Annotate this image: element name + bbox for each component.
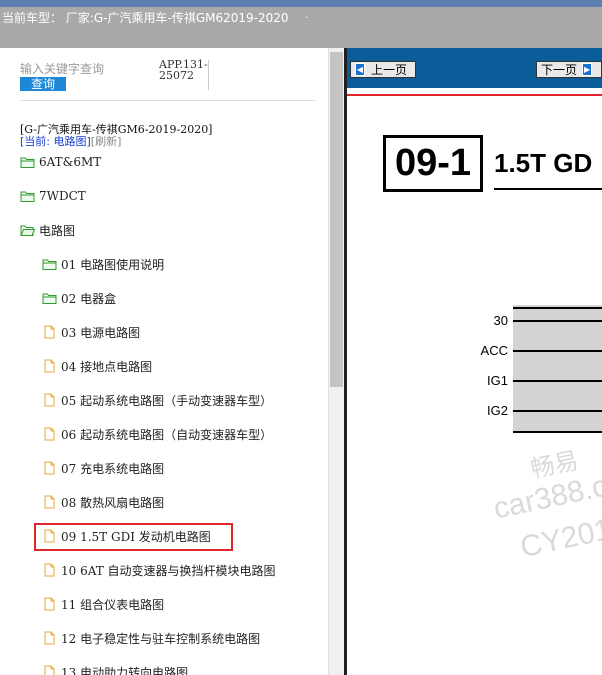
tree-item-label: 06 起动系统电路图（自动变速器车型） bbox=[61, 427, 273, 442]
tree-item-label: 12 电子稳定性与驻车控制系统电路图 bbox=[61, 631, 261, 646]
tree-item-label: 04 接地点电路图 bbox=[61, 359, 153, 374]
tree-item[interactable]: 02 电器盒 bbox=[42, 289, 116, 307]
power-rail-acc bbox=[513, 350, 602, 352]
window-strip bbox=[0, 0, 602, 7]
folder-icon bbox=[42, 257, 57, 271]
arrow-right-icon: ▶ bbox=[582, 63, 593, 76]
section-title-underline bbox=[494, 188, 602, 190]
folder-icon bbox=[42, 291, 57, 305]
file-icon bbox=[42, 461, 57, 475]
tree-item-label: 电路图 bbox=[39, 223, 76, 238]
tree-item[interactable]: 07 充电系统电路图 bbox=[42, 459, 164, 477]
search-divider bbox=[20, 100, 316, 101]
section-number: 09-1 bbox=[383, 135, 483, 192]
tree-item-label: 13 电动助力转向电路图 bbox=[61, 665, 189, 675]
tree-item-label: 10 6AT 自动变速器与换挡杆模块电路图 bbox=[61, 563, 276, 578]
app-id-separator bbox=[208, 60, 209, 90]
tree-item[interactable]: 13 电动助力转向电路图 bbox=[42, 663, 188, 675]
power-rail-top bbox=[513, 307, 602, 309]
power-rail-bottom bbox=[513, 431, 602, 433]
current-node-label: [当前: 电路图] bbox=[20, 135, 91, 148]
tree-item-selected[interactable]: 09 1.5T GDI 发动机电路图 bbox=[42, 527, 211, 545]
file-icon bbox=[42, 359, 57, 373]
current-vehicle-title: 当前车型： 厂家:G-广汽乘用车-传祺GM62019-2020 bbox=[2, 11, 289, 25]
power-rail-ig1 bbox=[513, 380, 602, 382]
tree-scrollbar[interactable] bbox=[328, 48, 344, 675]
tree-item[interactable]: 电路图 bbox=[20, 221, 75, 239]
tree-item-label: 02 电器盒 bbox=[61, 291, 117, 306]
tree-item-label: 6AT&6MT bbox=[39, 155, 102, 169]
file-icon bbox=[42, 665, 57, 675]
tree-item[interactable]: 7WDCT bbox=[20, 187, 86, 205]
tree-item[interactable]: 10 6AT 自动变速器与换挡杆模块电路图 bbox=[42, 561, 276, 579]
tree-item-label: 08 散热风扇电路图 bbox=[61, 495, 165, 510]
power-label-ig1: IG1 bbox=[487, 373, 508, 388]
next-page-button[interactable]: 下一页 ▶ bbox=[536, 61, 602, 78]
tree-item[interactable]: 08 散热风扇电路图 bbox=[42, 493, 164, 511]
file-icon bbox=[42, 325, 57, 339]
file-icon bbox=[42, 563, 57, 577]
current-location: [当前: 电路图][刷新] bbox=[20, 133, 121, 149]
tree-item[interactable]: 06 起动系统电路图（自动变速器车型） bbox=[42, 425, 272, 443]
folder-icon bbox=[20, 155, 35, 169]
app-id-label: APP.131-25072 bbox=[159, 58, 208, 82]
tree-item[interactable]: 11 组合仪表电路图 bbox=[42, 595, 164, 613]
power-supply-block bbox=[513, 305, 602, 433]
prev-page-label: 上一页 bbox=[371, 63, 408, 77]
file-icon bbox=[42, 631, 57, 645]
arrow-left-icon: ◀ bbox=[355, 63, 365, 76]
power-rail-30 bbox=[513, 320, 602, 322]
tree-item[interactable]: 6AT&6MT bbox=[20, 153, 101, 171]
prev-page-button[interactable]: ◀ 上一页 bbox=[350, 61, 416, 78]
tree-item-label: 11 组合仪表电路图 bbox=[61, 597, 165, 612]
tree-item-label: 01 电路图使用说明 bbox=[61, 257, 165, 272]
file-icon bbox=[42, 393, 57, 407]
power-label-acc: ACC bbox=[480, 343, 508, 358]
folder-open-icon bbox=[20, 223, 36, 237]
file-icon bbox=[42, 427, 57, 441]
next-page-label: 下一页 bbox=[541, 63, 578, 77]
keyword-search-input[interactable] bbox=[20, 62, 150, 76]
power-rail-ig2 bbox=[513, 410, 602, 412]
file-icon bbox=[42, 495, 57, 509]
tree-item-label: 03 电源电路图 bbox=[61, 325, 141, 340]
tree-item-label: 07 充电系统电路图 bbox=[61, 461, 165, 476]
page-nav-bar: ◀ 上一页 下一页 ▶ bbox=[347, 48, 602, 88]
tree-item[interactable]: 05 起动系统电路图（手动变速器车型） bbox=[42, 391, 272, 409]
tree-item[interactable]: 04 接地点电路图 bbox=[42, 357, 152, 375]
tree-item[interactable]: 03 电源电路图 bbox=[42, 323, 140, 341]
tree-item[interactable]: 12 电子稳定性与驻车控制系统电路图 bbox=[42, 629, 260, 647]
tree-item-label: 05 起动系统电路图（手动变速器车型） bbox=[61, 393, 273, 408]
tree-item[interactable]: 01 电路图使用说明 bbox=[42, 255, 164, 273]
title-trailing-dot: . bbox=[305, 10, 309, 21]
scrollbar-thumb[interactable] bbox=[330, 52, 343, 387]
title-bar: 当前车型： 厂家:G-广汽乘用车-传祺GM62019-2020 . bbox=[0, 0, 602, 48]
tree-item-label: 7WDCT bbox=[39, 189, 86, 203]
power-label-ig2: IG2 bbox=[487, 403, 508, 418]
query-button[interactable]: 查询 bbox=[20, 77, 66, 91]
folder-icon bbox=[20, 189, 35, 203]
refresh-link[interactable]: [刷新] bbox=[91, 135, 122, 148]
file-icon bbox=[42, 529, 57, 543]
file-icon bbox=[42, 597, 57, 611]
section-title: 1.5T GD bbox=[494, 148, 593, 178]
tree-item-label: 09 1.5T GDI 发动机电路图 bbox=[61, 529, 211, 544]
power-label-30: 30 bbox=[493, 313, 508, 328]
diagram-viewer: ◀ 上一页 下一页 ▶ 09-1 1.5T GD 30 ACC IG1 IG2 … bbox=[347, 48, 602, 675]
watermark-line-3: CY201 bbox=[517, 512, 602, 565]
